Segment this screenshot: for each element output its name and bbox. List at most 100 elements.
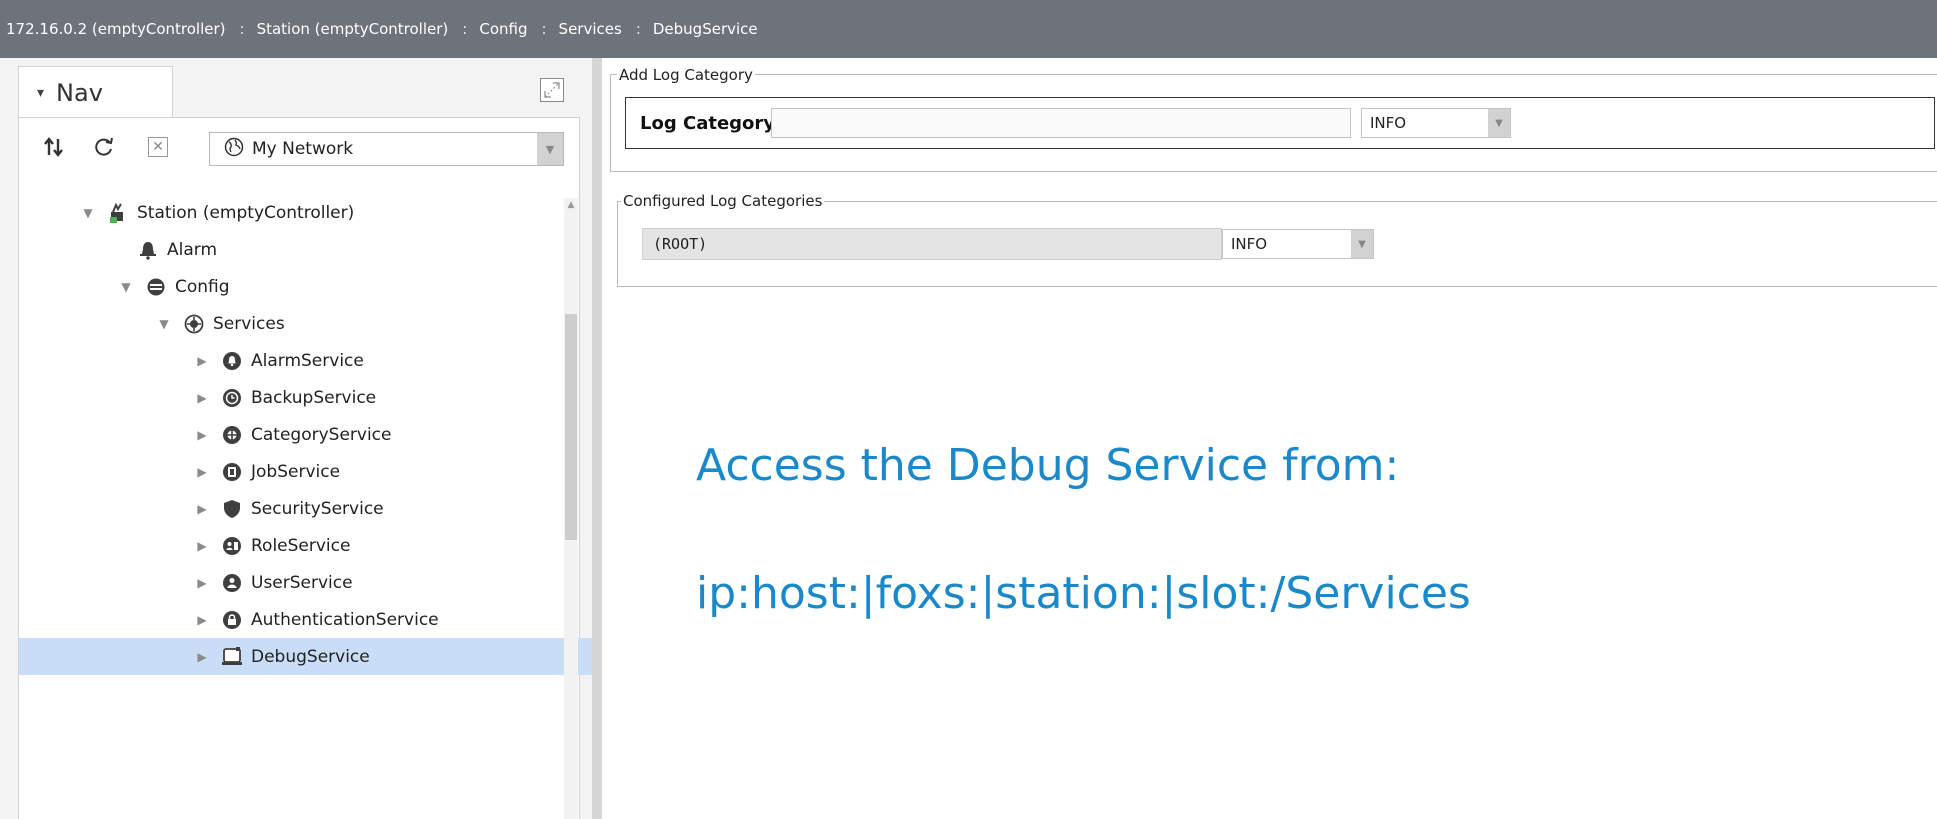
add-log-category-box: Log Category INFO ▼ — [625, 97, 1935, 149]
tree-item-label: AlarmService — [251, 350, 364, 371]
chevron-down-icon[interactable]: ▼ — [537, 133, 563, 165]
tree-item-authenticationservice[interactable]: ▶ AuthenticationService — [19, 601, 592, 638]
breadcrumb-label[interactable]: Config — [479, 20, 527, 38]
expanded-triangle-icon[interactable]: ▼ — [79, 206, 97, 220]
tree-item-label: CategoryService — [251, 424, 392, 445]
tree-item-userservice[interactable]: ▶ UserService — [19, 564, 592, 601]
user-service-icon — [221, 572, 243, 594]
tree-item-roleservice[interactable]: ▶ RoleService — [19, 527, 592, 564]
tree-item-debugservice[interactable]: ▶ DebugService — [19, 638, 592, 675]
breadcrumb: 172.16.0.2 (emptyController) : Station (… — [0, 0, 1937, 58]
category-service-icon — [221, 424, 243, 446]
breadcrumb-label[interactable]: Station (emptyController) — [257, 20, 449, 38]
expanded-triangle-icon[interactable]: ▼ — [155, 317, 173, 331]
pane-splitter[interactable] — [592, 58, 602, 819]
nav-tab[interactable]: ▾ Nav — [18, 66, 173, 118]
network-select-value: My Network — [252, 139, 354, 159]
breadcrumb-label[interactable]: DebugService — [653, 20, 758, 38]
log-category-input[interactable] — [771, 108, 1351, 138]
scrollbar-thumb[interactable] — [565, 314, 577, 540]
tree-item-label: Alarm — [167, 239, 218, 260]
add-level-value: INFO — [1370, 114, 1407, 132]
breadcrumb-separator: : — [541, 20, 547, 38]
tree-item-label: RoleService — [251, 535, 351, 556]
job-service-icon — [221, 461, 243, 483]
tree-item-label: Config — [175, 276, 230, 297]
collapsed-triangle-icon[interactable]: ▶ — [193, 576, 211, 590]
configured-log-categories-legend: Configured Log Categories — [621, 192, 825, 210]
tree-item-label: BackupService — [251, 387, 377, 408]
tree-item-categoryservice[interactable]: ▶ CategoryService — [19, 416, 592, 453]
maximize-icon[interactable] — [540, 78, 564, 102]
tree-item-config[interactable]: ▼ Config — [19, 268, 592, 305]
caption-line-2: ip:host:|foxs:|station:|slot:/Services — [696, 568, 1471, 619]
collapsed-triangle-icon[interactable]: ▶ — [193, 502, 211, 516]
alarm-service-icon — [221, 350, 243, 372]
add-level-select[interactable]: INFO ▼ — [1361, 108, 1511, 138]
collapsed-triangle-icon[interactable]: ▶ — [193, 354, 211, 368]
add-log-category-legend: Add Log Category — [617, 66, 755, 84]
collapsed-triangle-icon[interactable]: ▶ — [193, 428, 211, 442]
chevron-down-icon[interactable]: ▼ — [1488, 109, 1510, 137]
debug-service-icon — [221, 646, 243, 668]
nav-tab-label: Nav — [56, 78, 103, 107]
tree-item-securityservice[interactable]: ▶ SecurityService — [19, 490, 592, 527]
database-icon — [145, 276, 167, 298]
breadcrumb-separator: : — [462, 20, 468, 38]
nav-panel: ▾ Nav ✕ My Network ▼ ▼ Station (emptyCon… — [0, 58, 592, 819]
refresh-icon[interactable] — [89, 132, 119, 162]
tree-scrollbar[interactable]: ▲ — [564, 198, 578, 819]
tree-item-alarm[interactable]: Alarm — [19, 231, 592, 268]
tree-item-label: JobService — [251, 461, 341, 482]
breadcrumb-separator: : — [635, 20, 641, 38]
close-icon[interactable]: ✕ — [143, 132, 173, 162]
tree-item-label: AuthenticationService — [251, 609, 439, 630]
collapsed-triangle-icon[interactable]: ▶ — [193, 613, 211, 627]
services-icon — [183, 313, 205, 335]
log-category-label: Log Category — [640, 112, 776, 134]
network-select[interactable]: My Network ▼ — [209, 132, 564, 166]
scroll-up-icon[interactable]: ▲ — [564, 198, 578, 212]
tree-item-label: Station (emptyController) — [137, 202, 355, 223]
debug-service-view: Log Category INFO ▼ Add Log Category Con… — [602, 58, 1937, 819]
collapsed-triangle-icon[interactable]: ▶ — [193, 650, 211, 664]
breadcrumb-item-debugservice[interactable]: : DebugService — [622, 20, 758, 38]
breadcrumb-item-services[interactable]: : Services — [527, 20, 621, 38]
collapsed-triangle-icon[interactable]: ▶ — [193, 465, 211, 479]
caption-line-1: Access the Debug Service from: — [696, 440, 1400, 491]
tree-item-label: DebugService — [251, 646, 370, 667]
collapsed-triangle-icon[interactable]: ▶ — [193, 539, 211, 553]
lock-icon — [221, 609, 243, 631]
tree-item-alarmservice[interactable]: ▶ AlarmService — [19, 342, 592, 379]
tree-item-backupservice[interactable]: ▶ BackupService — [19, 379, 592, 416]
bell-icon — [137, 239, 159, 261]
add-log-category-group: Log Category INFO ▼ — [610, 74, 1937, 172]
globe-icon — [224, 137, 244, 162]
nav-toolbar: ✕ My Network ▼ — [19, 118, 579, 178]
caret-down-icon[interactable]: ▾ — [37, 85, 44, 101]
tree-item-label: UserService — [251, 572, 353, 593]
station-icon — [107, 202, 129, 224]
nav-tree: ▼ Station (emptyController) Alarm ▼ Conf… — [19, 184, 592, 819]
expanded-triangle-icon[interactable]: ▼ — [117, 280, 135, 294]
backup-service-icon — [221, 387, 243, 409]
breadcrumb-item-host[interactable]: 172.16.0.2 (emptyController) — [0, 20, 226, 38]
tree-item-label: SecurityService — [251, 498, 384, 519]
breadcrumb-label[interactable]: 172.16.0.2 (emptyController) — [6, 20, 226, 38]
chevron-down-icon[interactable]: ▼ — [1351, 230, 1373, 258]
nav-body: ✕ My Network ▼ ▼ Station (emptyControlle… — [18, 118, 592, 819]
tree-item-services[interactable]: ▼ Services — [19, 305, 592, 342]
breadcrumb-item-station[interactable]: : Station (emptyController) — [226, 20, 449, 38]
collapsed-triangle-icon[interactable]: ▶ — [193, 391, 211, 405]
configured-level-value: INFO — [1231, 235, 1268, 253]
tree-item-station[interactable]: ▼ Station (emptyController) — [19, 194, 592, 231]
tree-item-label: Services — [213, 313, 285, 334]
role-service-icon — [221, 535, 243, 557]
shield-icon — [221, 498, 243, 520]
tree-item-jobservice[interactable]: ▶ JobService — [19, 453, 592, 490]
breadcrumb-separator: : — [239, 20, 245, 38]
breadcrumb-label[interactable]: Services — [559, 20, 622, 38]
sort-icon[interactable] — [39, 132, 69, 162]
breadcrumb-item-config[interactable]: : Config — [448, 20, 527, 38]
configured-level-select[interactable]: INFO ▼ — [1222, 229, 1374, 259]
